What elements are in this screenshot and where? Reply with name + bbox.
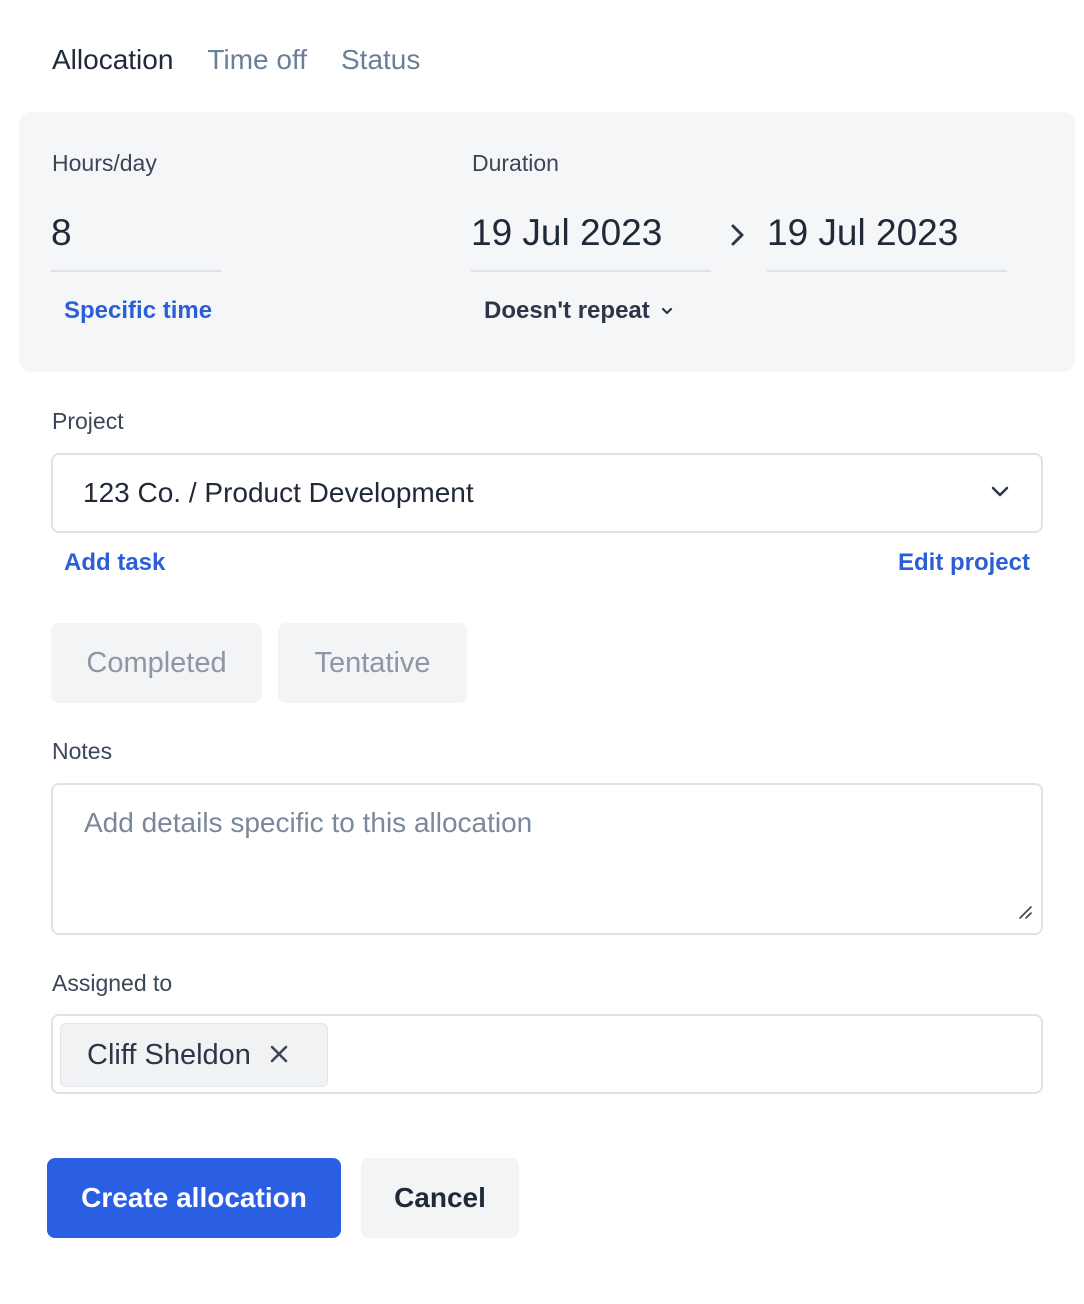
repeat-dropdown[interactable]: Doesn't repeat [484,296,674,326]
chevron-down-icon [989,484,1011,503]
completed-button[interactable]: Completed [51,623,262,703]
notes-placeholder: Add details specific to this allocation [84,807,533,838]
project-label: Project [52,408,124,434]
assignee-name: Cliff Sheldon [87,1038,251,1071]
notes-label: Notes [52,738,113,764]
assignee-input[interactable]: Cliff Sheldon [51,1014,1043,1094]
close-icon[interactable] [269,1040,289,1070]
chevron-down-icon [660,306,674,316]
repeat-label: Doesn't repeat [484,297,650,324]
tab-time-off[interactable]: Time off [207,40,307,80]
project-select[interactable]: 123 Co. / Product Development [51,453,1043,533]
cancel-button[interactable]: Cancel [361,1158,519,1238]
specific-time-link[interactable]: Specific time [64,296,212,326]
create-allocation-button[interactable]: Create allocation [47,1158,341,1238]
end-date-input[interactable]: 19 Jul 2023 [767,210,1007,272]
edit-project-link[interactable]: Edit project [898,548,1030,578]
tab-bar: Allocation Time off Status [52,40,420,80]
assigned-label: Assigned to [52,970,173,996]
notes-textarea[interactable]: Add details specific to this allocation [51,783,1043,935]
hours-input[interactable]: 8 [51,210,221,272]
project-value: 123 Co. / Product Development [83,477,474,508]
duration-label: Duration [472,150,559,176]
resize-handle-icon[interactable] [1017,904,1033,925]
chevron-right-icon [728,220,748,255]
assignee-chip: Cliff Sheldon [60,1023,328,1087]
tab-allocation[interactable]: Allocation [52,40,173,80]
tab-status[interactable]: Status [341,40,420,80]
start-date-input[interactable]: 19 Jul 2023 [471,210,711,272]
add-task-link[interactable]: Add task [64,548,165,578]
hours-label: Hours/day [52,150,157,176]
tentative-button[interactable]: Tentative [278,623,467,703]
